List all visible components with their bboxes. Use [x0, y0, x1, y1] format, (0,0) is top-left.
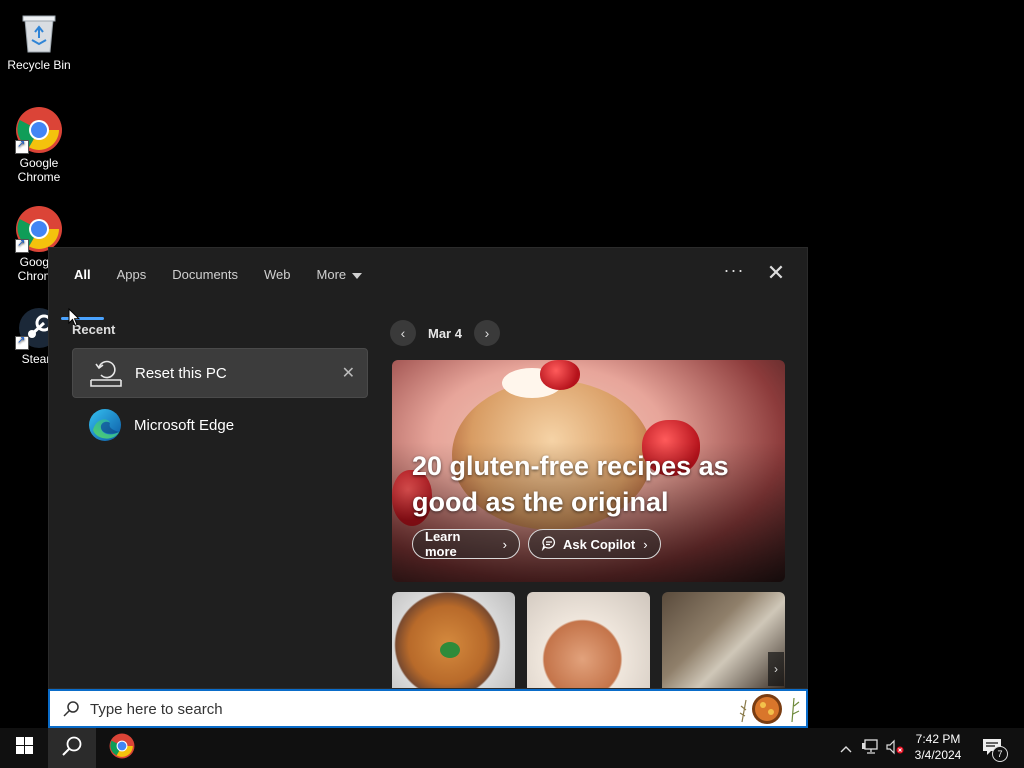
notifications-button[interactable]: 7 — [976, 728, 1010, 768]
close-button[interactable]: ✕ — [759, 260, 793, 286]
desktop-icon-label: Recycle Bin — [7, 58, 71, 72]
recent-item-reset-this-pc[interactable]: Reset this PC ✕ — [72, 348, 368, 398]
taskbar-search-box[interactable] — [48, 689, 808, 728]
tab-label: Documents — [172, 267, 239, 282]
network-icon — [862, 738, 880, 758]
highlight-thumbnail-grains[interactable] — [662, 592, 785, 688]
search-tabs: All Apps Documents Web More — [61, 262, 376, 320]
taskbar-clock[interactable]: 7:42 PM 3/4/2024 — [905, 731, 971, 763]
highlights-date: Mar 4 — [428, 325, 462, 341]
ask-copilot-button[interactable]: Ask Copilot › — [528, 529, 661, 559]
recent-item-label: Reset this PC — [135, 364, 227, 382]
chevron-right-icon: › — [484, 325, 490, 341]
next-day-button[interactable]: › — [473, 320, 500, 346]
clock-date: 3/4/2024 — [914, 748, 962, 762]
shortcut-arrow-icon — [15, 334, 29, 350]
learn-more-label: Learn more — [425, 529, 461, 559]
tab-documents[interactable]: Documents — [159, 262, 251, 302]
recycle-bin-icon — [15, 8, 63, 56]
chevron-right-icon: › — [643, 536, 648, 552]
search-icon — [62, 700, 80, 718]
remove-recent-icon[interactable]: ✕ — [342, 363, 355, 383]
volume-button[interactable] — [884, 728, 906, 768]
highlight-thumbnail-dessert[interactable] — [527, 592, 650, 688]
tab-label: More — [316, 267, 347, 282]
hero-strawberry — [540, 360, 580, 390]
caret-down-icon — [352, 272, 363, 279]
thumbnails-next-button[interactable]: › — [768, 652, 784, 686]
ellipsis-icon: ··· — [723, 260, 745, 280]
show-hidden-icons-button[interactable] — [836, 728, 856, 768]
shortcut-arrow-icon — [15, 138, 29, 154]
taskbar: 7:42 PM 3/4/2024 7 — [0, 728, 1024, 768]
recent-item-microsoft-edge[interactable]: Microsoft Edge — [72, 400, 368, 450]
tab-label: All — [74, 267, 91, 282]
chrome-icon — [15, 205, 63, 253]
mouse-pointer-icon — [68, 307, 81, 332]
close-icon: ✕ — [766, 260, 786, 285]
chevron-right-icon: › — [774, 662, 778, 676]
highlight-hero-card[interactable]: 20 gluten-free recipes as good as the or… — [392, 360, 785, 582]
edge-icon — [88, 408, 122, 442]
notifications-count: 7 — [992, 746, 1008, 762]
chevron-right-icon: › — [502, 536, 507, 552]
thumb-garnish — [440, 642, 460, 658]
tab-apps[interactable]: Apps — [104, 262, 160, 302]
chevron-up-icon — [840, 741, 852, 756]
highlight-thumbnail-pizza[interactable] — [392, 592, 515, 688]
recent-item-label: Microsoft Edge — [134, 416, 235, 434]
volume-muted-icon — [886, 739, 904, 758]
tab-all[interactable]: All — [61, 262, 104, 320]
network-button[interactable] — [860, 728, 882, 768]
windows-start-icon — [15, 737, 33, 759]
taskbar-search-button[interactable] — [48, 728, 96, 768]
ask-copilot-label: Ask Copilot — [563, 536, 636, 552]
clock-time: 7:42 PM — [915, 732, 961, 746]
tab-label: Web — [264, 267, 291, 282]
options-button[interactable]: ··· — [717, 260, 751, 286]
previous-day-button[interactable]: ‹ — [390, 320, 416, 346]
search-highlight-icon[interactable] — [734, 692, 804, 726]
notifications-icon: 7 — [982, 738, 1008, 762]
start-button[interactable] — [0, 728, 48, 768]
chrome-icon — [109, 733, 135, 764]
desktop-icon-recycle-bin[interactable]: Recycle Bin — [1, 8, 77, 72]
search-input[interactable] — [88, 697, 692, 721]
chrome-icon — [15, 106, 63, 154]
tab-more[interactable]: More — [304, 262, 376, 302]
search-icon — [61, 735, 83, 762]
shortcut-arrow-icon — [15, 237, 29, 253]
desktop-icon-label: Google Chrome — [17, 156, 61, 184]
desktop-icon-google-chrome[interactable]: Google Chrome — [1, 106, 77, 184]
chat-bubble-icon — [541, 535, 557, 554]
hero-title: 20 gluten-free recipes as good as the or… — [412, 451, 729, 517]
highlights-date-nav: ‹ Mar 4 › — [390, 319, 500, 347]
learn-more-button[interactable]: Learn more › — [412, 529, 520, 559]
tab-web[interactable]: Web — [251, 262, 304, 302]
search-panel: All Apps Documents Web More ··· ✕ Recent… — [48, 247, 808, 689]
tab-label: Apps — [116, 267, 147, 282]
chevron-left-icon: ‹ — [400, 325, 406, 341]
taskbar-chrome-button[interactable] — [98, 728, 146, 768]
reset-pc-icon — [89, 356, 123, 390]
